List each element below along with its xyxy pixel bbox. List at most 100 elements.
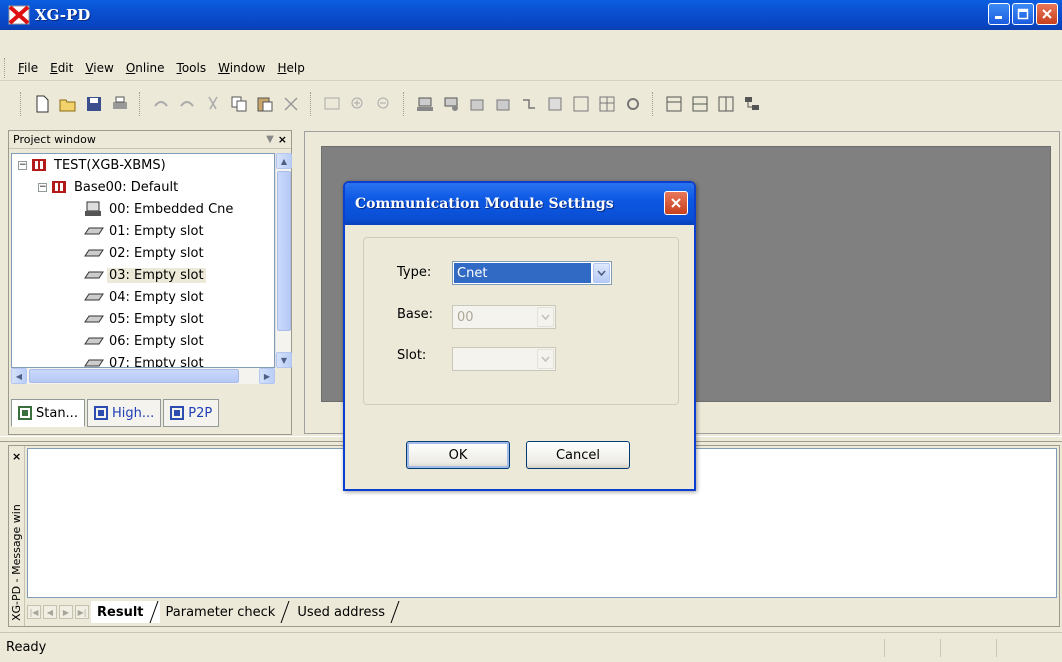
ok-button[interactable]: OK [406,441,510,469]
menu-tools[interactable]: Tools [171,61,213,75]
tab-divider [149,601,158,623]
tree-item-slot-02[interactable]: 02: Empty slot [84,242,206,264]
tree-item-slot-05[interactable]: 05: Empty slot [84,308,206,330]
read-icon [470,99,484,111]
cut-button[interactable] [202,93,224,115]
chevron-down-icon[interactable] [537,307,554,327]
tab-parameter-check[interactable]: Parameter check [160,601,292,623]
menu-file[interactable]: File [12,61,44,75]
window-title: XG-PD [35,6,91,24]
last-tab-button[interactable]: ▶| [75,605,89,619]
dialog-close-button[interactable] [664,191,688,215]
write-button[interactable] [492,93,514,115]
tab-p2p[interactable]: P2P [163,399,220,427]
empty-slot-icon [84,271,104,279]
scan-button[interactable] [440,93,462,115]
project-window-close-icon[interactable]: × [278,133,287,146]
tab-standard[interactable]: Stan... [11,399,85,427]
undo-icon [154,101,168,107]
chevron-down-icon[interactable] [537,349,554,369]
monitor-button[interactable] [321,93,343,115]
copy-button[interactable] [228,93,250,115]
maximize-button[interactable] [1012,3,1034,25]
first-tab-button[interactable]: |◀ [27,605,41,619]
collapse-icon[interactable]: − [38,182,47,192]
tree-item-base[interactable]: − Base00: Default [38,176,180,198]
tree-item-slot-04[interactable]: 04: Empty slot [84,286,206,308]
slot-select[interactable] [452,347,556,371]
delete-button[interactable] [280,93,302,115]
tree-item-slot-07[interactable]: 07: Empty slot [84,352,206,367]
delete-icon [284,97,298,111]
scroll-thumb[interactable] [29,369,239,383]
cut-icon [208,96,218,110]
layout-icon [666,96,682,112]
link-button[interactable] [518,93,540,115]
tree-horizontal-scrollbar[interactable]: ◀ ▶ [11,368,275,384]
dialog-title-bar[interactable]: Communication Module Settings [345,183,694,225]
minimize-button[interactable] [988,3,1010,25]
scroll-thumb[interactable] [277,171,291,331]
tree-item-root[interactable]: − TEST(XGB-XBMS) [18,154,168,176]
tree-vertical-scrollbar[interactable]: ▲ ▼ [275,153,292,368]
scroll-right-button[interactable]: ▶ [259,368,275,384]
tree-item-slot-06[interactable]: 06: Empty slot [84,330,206,352]
read-button[interactable] [466,93,488,115]
table-button[interactable] [596,93,618,115]
standard-network-icon [18,406,32,420]
tab-used-address[interactable]: Used address [291,601,401,623]
tab-divider [280,601,290,623]
zoom-in-button[interactable] [347,93,369,115]
print-button[interactable] [109,93,131,115]
connect-button[interactable] [414,93,436,115]
status-cell [940,639,996,657]
cancel-button[interactable]: Cancel [526,441,630,469]
scroll-left-button[interactable]: ◀ [11,368,27,384]
split-vertical-button[interactable] [715,93,737,115]
menubar-grip[interactable] [4,58,7,78]
print-icon [113,96,127,109]
tree-view-button[interactable] [741,93,763,115]
base-icon [52,181,66,193]
split-horizontal-button[interactable] [689,93,711,115]
open-folder-icon [59,99,76,112]
menu-view[interactable]: View [79,61,119,75]
save-button[interactable] [83,93,105,115]
settings-button[interactable] [622,93,644,115]
prev-tab-button[interactable]: ◀ [43,605,57,619]
base-select[interactable]: 00 [452,305,556,329]
export-button[interactable] [544,93,566,115]
menu-help[interactable]: Help [271,61,310,75]
project-window-title: Project window [13,133,96,146]
collapse-icon[interactable]: − [18,160,27,170]
tab-result[interactable]: Result [91,601,160,623]
scroll-up-button[interactable]: ▲ [276,153,292,169]
tree-icon [745,97,759,110]
next-tab-button[interactable]: ▶ [59,605,73,619]
chevron-down-icon[interactable] [593,263,610,283]
redo-button[interactable] [176,93,198,115]
tree-item-slot-03[interactable]: 03: Empty slot [84,264,206,286]
tree-item-slot-00[interactable]: 00: Embedded Cne [84,198,235,220]
zoom-out-button[interactable] [373,93,395,115]
open-button[interactable] [57,93,79,115]
menu-edit[interactable]: Edit [44,61,79,75]
menu-online[interactable]: Online [120,61,171,75]
paste-icon [257,97,273,112]
window-layout-button[interactable] [663,93,685,115]
tree-item-slot-01[interactable]: 01: Empty slot [84,220,206,242]
close-button[interactable] [1036,3,1058,25]
project-tree: − TEST(XGB-XBMS) − Base00: Default 00: E… [11,153,275,368]
diagram-button[interactable] [570,93,592,115]
toolbar-grip[interactable] [20,92,23,116]
new-file-button[interactable] [31,93,53,115]
toolbar-separator [310,92,313,116]
menu-window[interactable]: Window [212,61,271,75]
type-select[interactable]: Cnet [452,261,612,285]
status-cell [996,639,1052,657]
undo-button[interactable] [150,93,172,115]
scroll-down-button[interactable]: ▼ [276,352,292,368]
paste-button[interactable] [254,93,276,115]
pin-icon[interactable]: ▼ [266,134,274,145]
tab-high-speed[interactable]: High... [86,399,162,427]
